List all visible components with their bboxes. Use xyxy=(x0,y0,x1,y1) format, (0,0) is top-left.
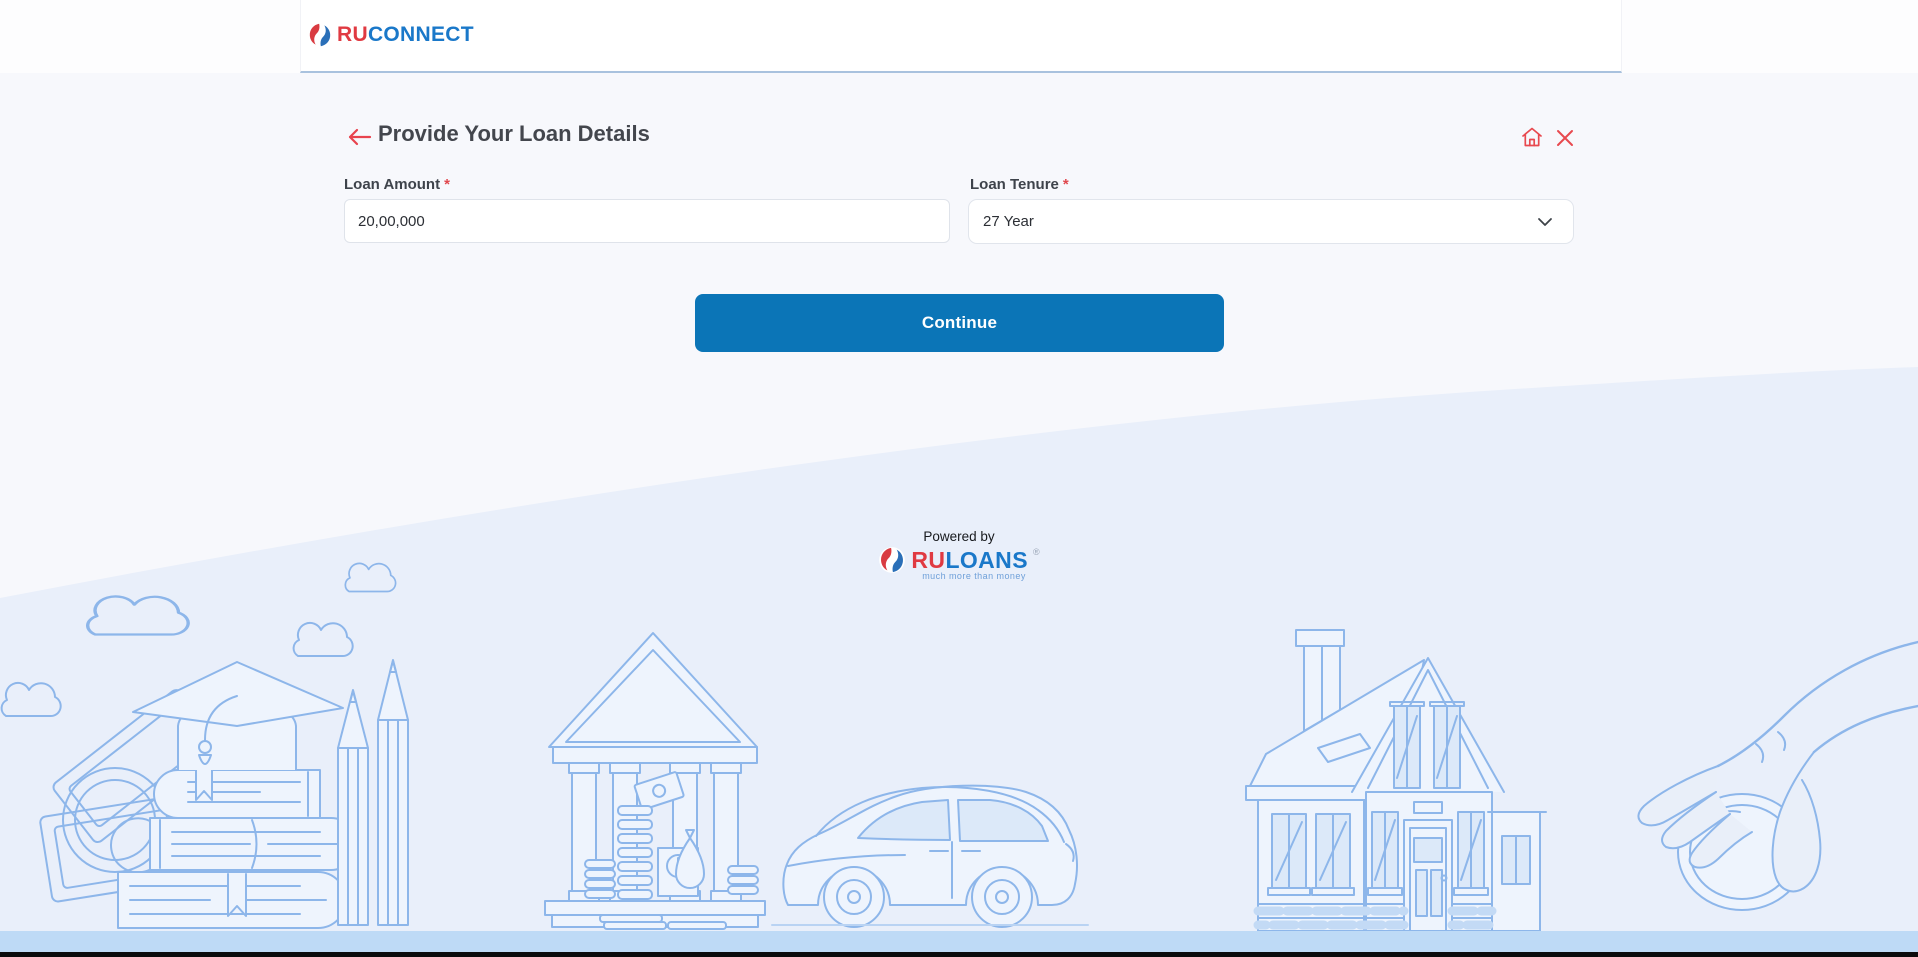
page-title: Provide Your Loan Details xyxy=(378,121,650,147)
header: RUCONNECT xyxy=(0,0,1918,73)
ruloans-tagline: much more than money xyxy=(922,571,1026,581)
loan-amount-label: Loan Amount* xyxy=(344,176,450,193)
logo-prefix: RU xyxy=(337,23,368,46)
required-asterisk: * xyxy=(1063,176,1069,193)
powered-by-text: Powered by xyxy=(923,529,994,544)
loan-amount-input[interactable] xyxy=(344,199,950,243)
ruloans-logo: RULOANS ® xyxy=(878,546,1039,574)
ruconnect-logo[interactable]: RUCONNECT xyxy=(307,22,474,48)
loan-tenure-selected-value: 27 Year xyxy=(983,213,1034,230)
bottom-edge-bar xyxy=(0,952,1918,957)
chevron-down-icon xyxy=(1537,217,1553,227)
home-button[interactable] xyxy=(1519,125,1545,151)
logo-suffix: CONNECT xyxy=(368,23,474,46)
continue-button[interactable]: Continue xyxy=(695,294,1224,352)
logo-wordmark: RUCONNECT xyxy=(337,22,474,48)
registered-mark: ® xyxy=(1033,547,1040,557)
close-icon xyxy=(1555,128,1575,148)
loan-details-page: RUCONNECT Provide Your Loan Details xyxy=(0,0,1918,957)
loan-tenure-label-text: Loan Tenure xyxy=(970,176,1059,193)
back-button[interactable] xyxy=(344,125,374,151)
ruloans-suffix: LOANS xyxy=(945,547,1028,573)
loan-tenure-label: Loan Tenure* xyxy=(970,176,1069,193)
ruloans-prefix: RU xyxy=(911,547,945,573)
required-asterisk: * xyxy=(444,176,450,193)
powered-by-block: Powered by RULOANS ® much more than mone… xyxy=(0,529,1918,581)
close-button[interactable] xyxy=(1553,127,1577,151)
loan-amount-label-text: Loan Amount xyxy=(344,176,440,193)
loan-tenure-select[interactable]: 27 Year xyxy=(968,199,1574,244)
ground-strip xyxy=(0,931,1918,952)
home-icon xyxy=(1520,125,1544,149)
ruloans-swirl-icon xyxy=(878,546,906,574)
ruconnect-swirl-icon xyxy=(307,22,333,48)
header-center-band: RUCONNECT xyxy=(300,0,1622,73)
back-arrow-icon xyxy=(345,126,373,148)
ruloans-wordmark: RULOANS xyxy=(911,546,1028,574)
background-scene xyxy=(0,0,1918,957)
